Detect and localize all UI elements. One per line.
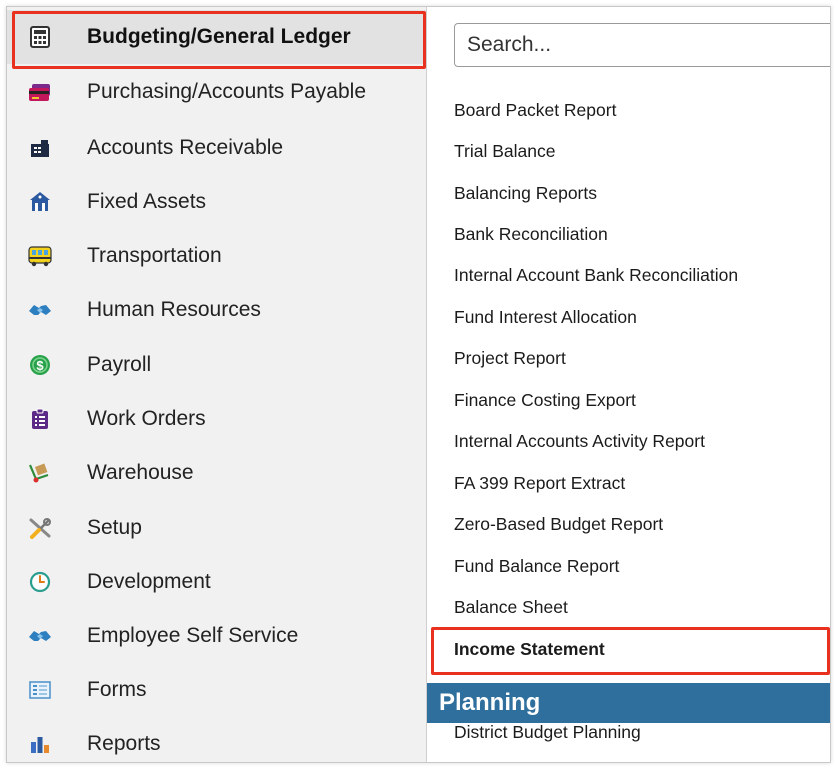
sidebar-item-label: Employee Self Service [87,624,299,647]
svg-text:$: $ [36,358,44,373]
sidebar-item-label: Purchasing/Accounts Payable [87,80,366,103]
section-header-planning: Planning [427,683,830,723]
building-icon [27,189,53,215]
sidebar-item-fixed-assets[interactable]: Fixed Assets [7,175,426,229]
menu-item-project-report[interactable]: Project Report [454,348,566,369]
menu-item-zero-based-budget-report[interactable]: Zero-Based Budget Report [454,514,663,535]
sidebar-item-purchasing-accounts-payable[interactable]: Purchasing/Accounts Payable [7,65,426,119]
menu-item-internal-account-bank-reconciliation[interactable]: Internal Account Bank Reconciliation [454,265,738,286]
sidebar-item-development[interactable]: Development [7,555,426,609]
clipboard-icon [27,406,53,432]
sidebar-item-setup[interactable]: Setup [7,501,426,555]
menu-item-bank-reconciliation[interactable]: Bank Reconciliation [454,224,608,245]
sidebar-item-label: Development [87,570,211,593]
sidebar-item-transportation[interactable]: Transportation [7,229,426,283]
menu-item-fund-balance-report[interactable]: Fund Balance Report [454,556,619,577]
dollar-coin-icon: $ [27,352,53,378]
menu-item-internal-accounts-activity-report[interactable]: Internal Accounts Activity Report [454,431,705,452]
sidebar-item-budgeting-general-ledger[interactable]: Budgeting/General Ledger [7,10,426,64]
sidebar-item-label: Payroll [87,353,152,376]
sidebar-item-label: Warehouse [87,461,194,484]
menu-item-fund-interest-allocation[interactable]: Fund Interest Allocation [454,307,637,328]
application-window: Budgeting/General Ledger Purchasing/Acco… [6,6,831,763]
submenu-panel: Board Packet Report Trial Balance Balanc… [427,7,830,762]
sidebar-nav: Budgeting/General Ledger Purchasing/Acco… [7,7,427,762]
sidebar-item-warehouse[interactable]: Warehouse [7,446,426,500]
handshake-icon [27,623,53,649]
sidebar-item-payroll[interactable]: $ Payroll [7,338,426,392]
cash-register-icon [27,135,53,161]
sidebar-item-label: Transportation [87,244,222,267]
bus-icon [27,243,53,269]
search-input[interactable] [454,23,830,67]
form-icon [27,677,53,703]
sidebar-item-label: Accounts Receivable [87,136,284,159]
menu-item-trial-balance[interactable]: Trial Balance [454,141,555,162]
sidebar-item-label: Work Orders [87,407,206,430]
sidebar-item-forms[interactable]: Forms [7,663,426,717]
sidebar-item-label: Forms [87,678,147,701]
sidebar-item-label: Human Resources [87,298,261,321]
dolly-icon [27,460,53,486]
menu-item-district-budget-planning[interactable]: District Budget Planning [454,722,641,743]
menu-item-balance-sheet[interactable]: Balance Sheet [454,597,568,618]
bar-chart-icon [27,731,53,757]
sidebar-item-label: Setup [87,516,142,539]
menu-item-balancing-reports[interactable]: Balancing Reports [454,183,597,204]
sidebar-item-label: Fixed Assets [87,190,207,213]
sidebar-item-accounts-receivable[interactable]: Accounts Receivable [7,121,426,175]
handshake-icon [27,297,53,323]
credit-card-icon [27,79,53,105]
calculator-icon [27,24,53,50]
menu-item-fa-399-report-extract[interactable]: FA 399 Report Extract [454,473,625,494]
clock-icon [27,569,53,595]
menu-item-income-statement[interactable]: Income Statement [454,639,605,660]
sidebar-item-label: Budgeting/General Ledger [87,25,351,48]
menu-item-board-packet-report[interactable]: Board Packet Report [454,100,616,121]
sidebar-item-human-resources[interactable]: Human Resources [7,283,426,337]
tools-icon [27,515,53,541]
sidebar-item-employee-self-service[interactable]: Employee Self Service [7,609,426,663]
sidebar-item-reports[interactable]: Reports [7,717,426,762]
sidebar-item-work-orders[interactable]: Work Orders [7,392,426,446]
sidebar-item-label: Reports [87,732,161,755]
menu-item-finance-costing-export[interactable]: Finance Costing Export [454,390,636,411]
